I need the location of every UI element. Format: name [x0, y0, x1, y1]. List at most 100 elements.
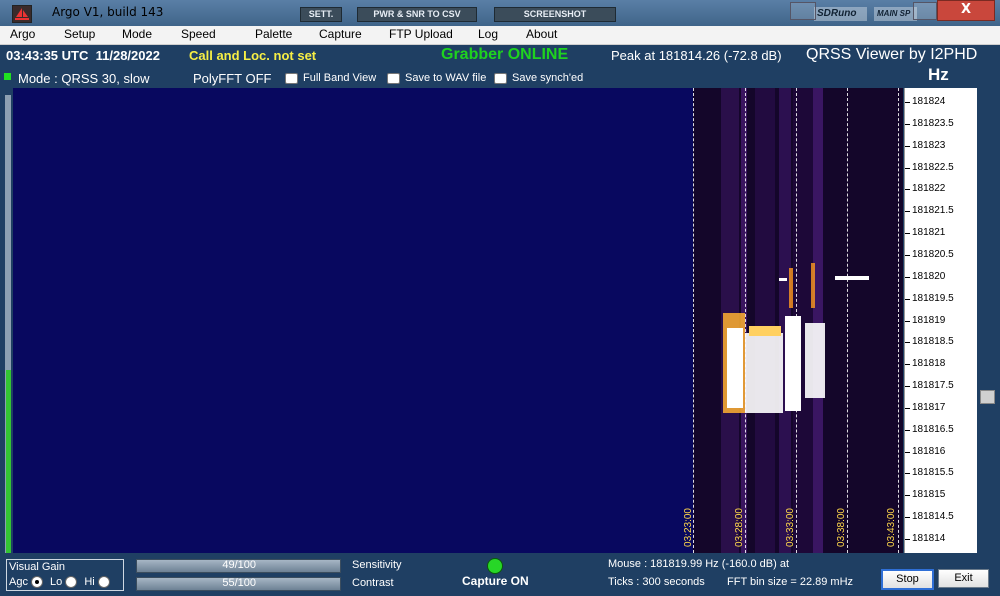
freq-tick-mark	[905, 407, 910, 409]
freq-label: 181816.5	[912, 423, 954, 435]
frequency-scale: 181824 181823.5 181823 181822.5 181822 181821…	[904, 88, 977, 553]
mouse-readout: Mouse : 181819.99 Hz (-160.0 dB) at	[608, 558, 789, 570]
menu-log[interactable]: Log	[478, 27, 498, 41]
visual-gain-group: Visual Gain Agc Lo Hi	[6, 559, 124, 591]
time-marker-line	[796, 88, 797, 553]
call-loc-status: Call and Loc. not set	[189, 48, 317, 63]
polyfft-label[interactable]: PolyFFT OFF	[193, 71, 271, 86]
save-wav-checkbox[interactable]: Save to WAV file	[387, 72, 486, 85]
freq-tick-mark	[905, 429, 910, 431]
full-band-view-checkbox[interactable]: Full Band View	[285, 72, 376, 85]
pwr-snr-csv-button[interactable]: PWR & SNR TO CSV	[357, 7, 477, 22]
fft-bin-readout: FFT bin size = 22.89 mHz	[727, 576, 854, 588]
time-tick-label: 03:23:00	[683, 508, 694, 547]
frequency-scrollbar[interactable]	[980, 88, 995, 553]
menu-setup[interactable]: Setup	[64, 27, 95, 41]
time-tick-label: 03:33:00	[785, 508, 796, 547]
scroll-thumb[interactable]	[980, 390, 995, 404]
freq-tick-mark	[905, 145, 910, 147]
contrast-slider[interactable]: 55/100	[136, 577, 341, 591]
freq-label: 181815	[912, 489, 946, 501]
checkbox-icon[interactable]	[387, 72, 400, 84]
save-synched-checkbox[interactable]: Save synch'ed	[494, 72, 583, 85]
freq-label: 181821.5	[912, 205, 954, 217]
time-tick-label: 03:28:00	[734, 508, 745, 547]
lo-radio[interactable]	[65, 576, 78, 589]
freq-label: 181820.5	[912, 248, 954, 260]
freq-label: 181816	[912, 445, 946, 457]
settings-button[interactable]: SETT.	[300, 7, 342, 22]
capture-led-icon[interactable]	[487, 558, 503, 574]
freq-tick-mark	[905, 342, 910, 344]
waterfall-display[interactable]: 03:23:00 03:28:00 03:33:00 03:38:00 03:4…	[13, 88, 903, 553]
freq-tick-mark	[905, 386, 910, 388]
menu-mode[interactable]: Mode	[122, 27, 152, 41]
menu-capture[interactable]: Capture	[319, 27, 362, 41]
minimize-button[interactable]	[790, 2, 816, 20]
contrast-label: Contrast	[352, 577, 394, 589]
freq-tick-mark	[905, 211, 910, 213]
agc-radio[interactable]	[30, 576, 43, 589]
menu-about[interactable]: About	[526, 27, 557, 41]
freq-tick-mark	[905, 517, 910, 519]
checkbox-icon[interactable]	[285, 72, 298, 84]
maximize-button[interactable]	[913, 2, 937, 20]
freq-tick-mark	[905, 451, 910, 453]
hi-label: Hi	[84, 576, 95, 588]
capture-status: Capture ON	[462, 574, 529, 588]
hz-unit-label: Hz	[928, 65, 949, 84]
freq-label: 181823	[912, 139, 946, 151]
viewer-credit: QRSS Viewer by I2PHD	[806, 46, 978, 63]
freq-tick-mark	[905, 364, 910, 366]
freq-label: 181819.5	[912, 292, 954, 304]
info-bar: 03:43:35 UTC 11/28/2022 Call and Loc. no…	[0, 45, 1000, 86]
freq-tick-mark	[905, 167, 910, 169]
freq-label: 181823.5	[912, 117, 954, 129]
mode-label: Mode : QRSS 30, slow	[18, 71, 150, 86]
checkbox-icon[interactable]	[494, 72, 507, 84]
sensitivity-label: Sensitivity	[352, 559, 402, 571]
agc-label: Agc	[9, 576, 28, 588]
freq-label: 181824	[912, 96, 946, 107]
hi-radio[interactable]	[97, 576, 110, 589]
freq-label: 181814.5	[912, 511, 954, 523]
menu-speed[interactable]: Speed	[181, 27, 216, 41]
time-marker-line	[898, 88, 899, 553]
stop-button[interactable]: Stop	[881, 569, 934, 590]
freq-tick-mark	[905, 123, 910, 125]
signal-level-fill	[6, 370, 11, 553]
freq-label: 181822.5	[912, 161, 954, 173]
sensitivity-value: 49/100	[222, 559, 256, 571]
sdruno-ghost-label: SDRuno	[814, 7, 867, 21]
freq-label: 181817	[912, 401, 946, 413]
freq-tick-mark	[905, 189, 910, 191]
exit-button[interactable]: Exit	[938, 569, 989, 588]
menu-argo[interactable]: Argo	[10, 27, 35, 41]
freq-label: 181817.5	[912, 380, 954, 392]
sensitivity-slider[interactable]: 49/100	[136, 559, 341, 573]
freq-label: 181819	[912, 314, 946, 326]
freq-tick-mark	[905, 276, 910, 278]
main-sp-ghost-label: MAIN SP	[874, 7, 917, 21]
menu-palette[interactable]: Palette	[255, 27, 292, 41]
freq-tick-mark	[905, 495, 910, 497]
menu-bar: Argo Setup Mode Speed Palette Capture FT…	[0, 26, 1000, 45]
sailboat-icon[interactable]	[12, 5, 32, 23]
close-button[interactable]: X	[937, 0, 995, 21]
time-tick-label: 03:38:00	[836, 508, 847, 547]
screenshot-button[interactable]: SCREENSHOT	[494, 7, 616, 22]
status-led-icon	[4, 73, 11, 80]
freq-tick-mark	[905, 254, 910, 256]
freq-tick-mark	[905, 298, 910, 300]
freq-label: 181818.5	[912, 336, 954, 348]
title-bar: Argo V1, build 143 SETT. PWR & SNR TO CS…	[0, 0, 1000, 26]
lo-label: Lo	[50, 576, 63, 588]
menu-ftp-upload[interactable]: FTP Upload	[389, 27, 453, 41]
freq-tick-mark	[905, 539, 910, 540]
freq-label: 181818	[912, 358, 946, 370]
contrast-value: 55/100	[222, 577, 256, 589]
grabber-status: Grabber ONLINE	[441, 46, 569, 63]
freq-label: 181815.5	[912, 467, 954, 479]
bottom-panel: Visual Gain Agc Lo Hi 49/100 Sensitivity…	[0, 555, 1000, 596]
time-marker-line	[693, 88, 694, 553]
